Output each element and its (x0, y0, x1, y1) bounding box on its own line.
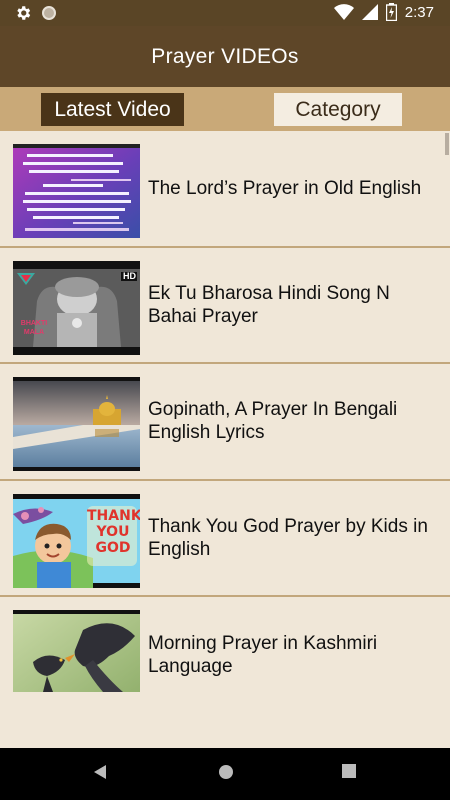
video-title[interactable]: Ek Tu Bharosa Hindi Song N Bahai Prayer (148, 248, 438, 363)
status-bar: 2:37 (0, 0, 450, 26)
video-thumbnail[interactable] (13, 377, 140, 471)
navigation-bar (0, 748, 450, 800)
tab-label: Latest Video (54, 97, 171, 121)
list-item[interactable]: THANK YOU GOD Thank You God Prayer by Ki… (0, 481, 450, 597)
settings-icon (17, 6, 31, 20)
tab-label: Category (295, 97, 381, 121)
video-title[interactable]: Morning Prayer in Kashmiri Language (148, 597, 438, 714)
home-icon[interactable] (218, 764, 234, 780)
battery-icon (385, 3, 397, 21)
status-time: 2:37 (404, 3, 434, 21)
hd-badge: HD (123, 270, 136, 281)
list-item[interactable]: Gopinath, A Prayer In Bengali English Ly… (0, 364, 450, 481)
wifi-icon (333, 4, 354, 20)
video-title[interactable]: Thank You God Prayer by Kids in English (148, 481, 438, 596)
video-list[interactable]: The Lord’s Prayer in Old English HD BHAK… (0, 131, 450, 748)
back-icon[interactable] (93, 764, 107, 780)
circle-icon (42, 6, 56, 20)
video-thumbnail[interactable] (13, 610, 140, 704)
tab-bar: Latest Video Category (0, 87, 450, 131)
tab-latest-video[interactable]: Latest Video (41, 93, 184, 126)
video-title[interactable]: Gopinath, A Prayer In Bengali English Ly… (148, 364, 438, 479)
page-title: Prayer VIDEOs (151, 44, 299, 68)
signal-icon (361, 4, 378, 20)
list-item[interactable]: The Lord’s Prayer in Old English (0, 131, 450, 248)
app-bar: Prayer VIDEOs (0, 26, 450, 87)
video-thumbnail[interactable]: THANK YOU GOD (13, 493, 140, 588)
list-item[interactable]: Morning Prayer in Kashmiri Language (0, 597, 450, 714)
list-item[interactable]: HD BHAKTI MALA Ek Tu Bharosa Hindi Song … (0, 248, 450, 364)
recents-icon[interactable] (342, 764, 356, 778)
video-title[interactable]: The Lord’s Prayer in Old English (148, 131, 438, 246)
tab-category[interactable]: Category (274, 93, 402, 126)
thumbnail-caption: THANK YOU GOD (87, 507, 140, 556)
video-thumbnail[interactable]: HD BHAKTI MALA (13, 260, 140, 355)
video-thumbnail[interactable] (13, 144, 140, 238)
thumbnail-caption: BHAKTI MALA (20, 319, 48, 336)
